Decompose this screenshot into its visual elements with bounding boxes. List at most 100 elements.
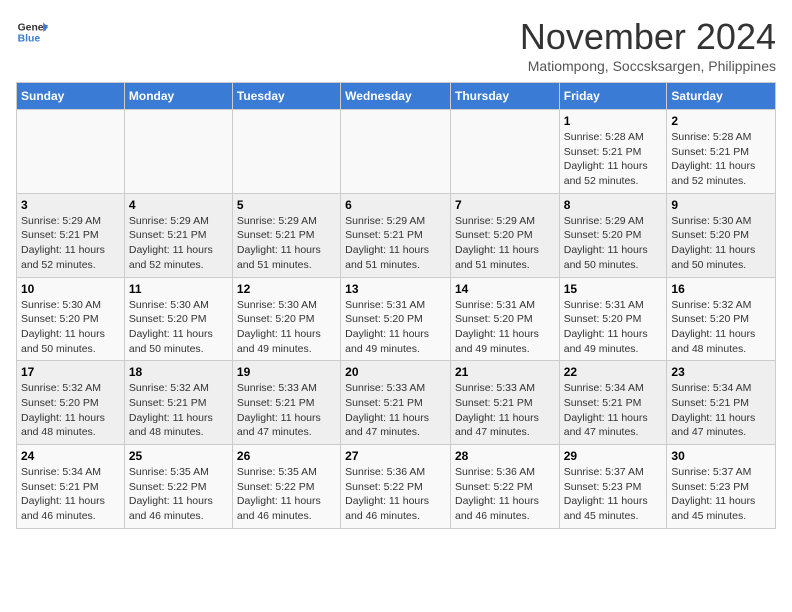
day-number: 17 xyxy=(21,365,120,379)
day-info: Sunrise: 5:29 AM Sunset: 5:20 PM Dayligh… xyxy=(564,214,663,273)
calendar-cell: 29Sunrise: 5:37 AM Sunset: 5:23 PM Dayli… xyxy=(559,445,667,529)
day-number: 14 xyxy=(455,282,555,296)
week-row-3: 17Sunrise: 5:32 AM Sunset: 5:20 PM Dayli… xyxy=(17,361,776,445)
day-number: 13 xyxy=(345,282,446,296)
day-info: Sunrise: 5:34 AM Sunset: 5:21 PM Dayligh… xyxy=(671,381,771,440)
calendar-cell: 22 Sunrise: 5:34 AM Sunset: 5:21 PM Dayli… xyxy=(559,361,667,445)
day-info: Sunrise: 5:37 AM Sunset: 5:23 PM Dayligh… xyxy=(671,465,771,524)
calendar-body: 1 Sunrise: 5:28 AM Sunset: 5:21 PM Daylig… xyxy=(17,110,776,529)
calendar-cell: 9 Sunrise: 5:30 AM Sunset: 5:20 PM Daylig… xyxy=(667,193,776,277)
day-number: 30 xyxy=(671,449,771,463)
day-number: 18 xyxy=(129,365,228,379)
calendar-cell xyxy=(124,110,232,194)
weekday-header-tuesday: Tuesday xyxy=(232,83,340,110)
svg-text:Blue: Blue xyxy=(18,34,41,45)
weekday-header-friday: Friday xyxy=(559,83,667,110)
day-info: Sunrise: 5:29 AM Sunset: 5:20 PM Dayligh… xyxy=(455,214,555,273)
calendar-cell xyxy=(232,110,340,194)
day-number: 28 xyxy=(455,449,555,463)
day-number: 7 xyxy=(455,198,555,212)
day-info: Sunrise: 5:29 AM Sunset: 5:21 PM Dayligh… xyxy=(237,214,336,273)
calendar-cell: 16 Sunrise: 5:32 AM Sunset: 5:20 PM Dayli… xyxy=(667,277,776,361)
calendar-cell: 23 Sunrise: 5:34 AM Sunset: 5:21 PM Dayli… xyxy=(667,361,776,445)
calendar-cell: 10 Sunrise: 5:30 AM Sunset: 5:20 PM Dayli… xyxy=(17,277,125,361)
day-info: Sunrise: 5:28 AM Sunset: 5:21 PM Dayligh… xyxy=(671,130,771,189)
calendar-cell: 11Sunrise: 5:30 AM Sunset: 5:20 PM Dayli… xyxy=(124,277,232,361)
day-number: 27 xyxy=(345,449,446,463)
calendar-cell: 20Sunrise: 5:33 AM Sunset: 5:21 PM Dayli… xyxy=(341,361,451,445)
day-number: 11 xyxy=(129,282,228,296)
day-info: Sunrise: 5:28 AM Sunset: 5:21 PM Dayligh… xyxy=(564,130,663,189)
day-info: Sunrise: 5:31 AM Sunset: 5:20 PM Dayligh… xyxy=(455,298,555,357)
day-number: 26 xyxy=(237,449,336,463)
day-info: Sunrise: 5:32 AM Sunset: 5:21 PM Dayligh… xyxy=(129,381,228,440)
calendar-cell xyxy=(450,110,559,194)
day-info: Sunrise: 5:31 AM Sunset: 5:20 PM Dayligh… xyxy=(564,298,663,357)
calendar-cell: 19Sunrise: 5:33 AM Sunset: 5:21 PM Dayli… xyxy=(232,361,340,445)
day-info: Sunrise: 5:30 AM Sunset: 5:20 PM Dayligh… xyxy=(21,298,120,357)
weekday-header-thursday: Thursday xyxy=(450,83,559,110)
calendar-cell: 8 Sunrise: 5:29 AM Sunset: 5:20 PM Daylig… xyxy=(559,193,667,277)
day-number: 16 xyxy=(671,282,771,296)
day-number: 21 xyxy=(455,365,555,379)
day-number: 25 xyxy=(129,449,228,463)
weekday-header-wednesday: Wednesday xyxy=(341,83,451,110)
day-number: 2 xyxy=(671,114,771,128)
week-row-4: 24Sunrise: 5:34 AM Sunset: 5:21 PM Dayli… xyxy=(17,445,776,529)
day-info: Sunrise: 5:30 AM Sunset: 5:20 PM Dayligh… xyxy=(237,298,336,357)
logo: General Blue xyxy=(16,16,48,48)
day-info: Sunrise: 5:29 AM Sunset: 5:21 PM Dayligh… xyxy=(21,214,120,273)
calendar-cell: 30 Sunrise: 5:37 AM Sunset: 5:23 PM Dayli… xyxy=(667,445,776,529)
calendar-cell: 7 Sunrise: 5:29 AM Sunset: 5:20 PM Daylig… xyxy=(450,193,559,277)
day-info: Sunrise: 5:36 AM Sunset: 5:22 PM Dayligh… xyxy=(345,465,446,524)
calendar-cell: 21 Sunrise: 5:33 AM Sunset: 5:21 PM Dayli… xyxy=(450,361,559,445)
day-number: 12 xyxy=(237,282,336,296)
day-info: Sunrise: 5:30 AM Sunset: 5:20 PM Dayligh… xyxy=(671,214,771,273)
calendar-cell: 3 Sunrise: 5:29 AM Sunset: 5:21 PM Daylig… xyxy=(17,193,125,277)
day-number: 6 xyxy=(345,198,446,212)
calendar-cell: 26 Sunrise: 5:35 AM Sunset: 5:22 PM Dayli… xyxy=(232,445,340,529)
calendar-cell: 28 Sunrise: 5:36 AM Sunset: 5:22 PM Dayli… xyxy=(450,445,559,529)
week-row-2: 10 Sunrise: 5:30 AM Sunset: 5:20 PM Dayli… xyxy=(17,277,776,361)
day-info: Sunrise: 5:35 AM Sunset: 5:22 PM Dayligh… xyxy=(129,465,228,524)
calendar-cell: 1 Sunrise: 5:28 AM Sunset: 5:21 PM Daylig… xyxy=(559,110,667,194)
day-info: Sunrise: 5:34 AM Sunset: 5:21 PM Dayligh… xyxy=(21,465,120,524)
calendar-cell: 5 Sunrise: 5:29 AM Sunset: 5:21 PM Daylig… xyxy=(232,193,340,277)
weekday-header-saturday: Saturday xyxy=(667,83,776,110)
calendar-cell: 2 Sunrise: 5:28 AM Sunset: 5:21 PM Daylig… xyxy=(667,110,776,194)
day-number: 9 xyxy=(671,198,771,212)
calendar-cell: 17Sunrise: 5:32 AM Sunset: 5:20 PM Dayli… xyxy=(17,361,125,445)
day-number: 8 xyxy=(564,198,663,212)
day-info: Sunrise: 5:33 AM Sunset: 5:21 PM Dayligh… xyxy=(237,381,336,440)
weekday-header-monday: Monday xyxy=(124,83,232,110)
day-info: Sunrise: 5:34 AM Sunset: 5:21 PM Dayligh… xyxy=(564,381,663,440)
day-number: 5 xyxy=(237,198,336,212)
logo-icon: General Blue xyxy=(16,16,48,48)
day-info: Sunrise: 5:33 AM Sunset: 5:21 PM Dayligh… xyxy=(455,381,555,440)
calendar-cell: 15 Sunrise: 5:31 AM Sunset: 5:20 PM Dayli… xyxy=(559,277,667,361)
week-row-1: 3 Sunrise: 5:29 AM Sunset: 5:21 PM Daylig… xyxy=(17,193,776,277)
title-block: November 2024 Matiompong, Soccsksargen, … xyxy=(520,16,776,74)
day-number: 23 xyxy=(671,365,771,379)
day-info: Sunrise: 5:33 AM Sunset: 5:21 PM Dayligh… xyxy=(345,381,446,440)
day-number: 15 xyxy=(564,282,663,296)
day-info: Sunrise: 5:35 AM Sunset: 5:22 PM Dayligh… xyxy=(237,465,336,524)
calendar-cell: 13Sunrise: 5:31 AM Sunset: 5:20 PM Dayli… xyxy=(341,277,451,361)
week-row-0: 1 Sunrise: 5:28 AM Sunset: 5:21 PM Daylig… xyxy=(17,110,776,194)
calendar-cell: 12 Sunrise: 5:30 AM Sunset: 5:20 PM Dayli… xyxy=(232,277,340,361)
day-number: 1 xyxy=(564,114,663,128)
month-title: November 2024 xyxy=(520,16,776,58)
calendar-cell: 27 Sunrise: 5:36 AM Sunset: 5:22 PM Dayli… xyxy=(341,445,451,529)
day-info: Sunrise: 5:29 AM Sunset: 5:21 PM Dayligh… xyxy=(345,214,446,273)
day-info: Sunrise: 5:37 AM Sunset: 5:23 PM Dayligh… xyxy=(564,465,663,524)
day-number: 3 xyxy=(21,198,120,212)
page-header: General Blue November 2024 Matiompong, S… xyxy=(16,16,776,74)
calendar-cell: 4Sunrise: 5:29 AM Sunset: 5:21 PM Daylig… xyxy=(124,193,232,277)
day-number: 22 xyxy=(564,365,663,379)
day-info: Sunrise: 5:32 AM Sunset: 5:20 PM Dayligh… xyxy=(671,298,771,357)
day-info: Sunrise: 5:36 AM Sunset: 5:22 PM Dayligh… xyxy=(455,465,555,524)
day-number: 4 xyxy=(129,198,228,212)
day-number: 10 xyxy=(21,282,120,296)
calendar-cell: 24Sunrise: 5:34 AM Sunset: 5:21 PM Dayli… xyxy=(17,445,125,529)
calendar-cell: 25 Sunrise: 5:35 AM Sunset: 5:22 PM Dayli… xyxy=(124,445,232,529)
